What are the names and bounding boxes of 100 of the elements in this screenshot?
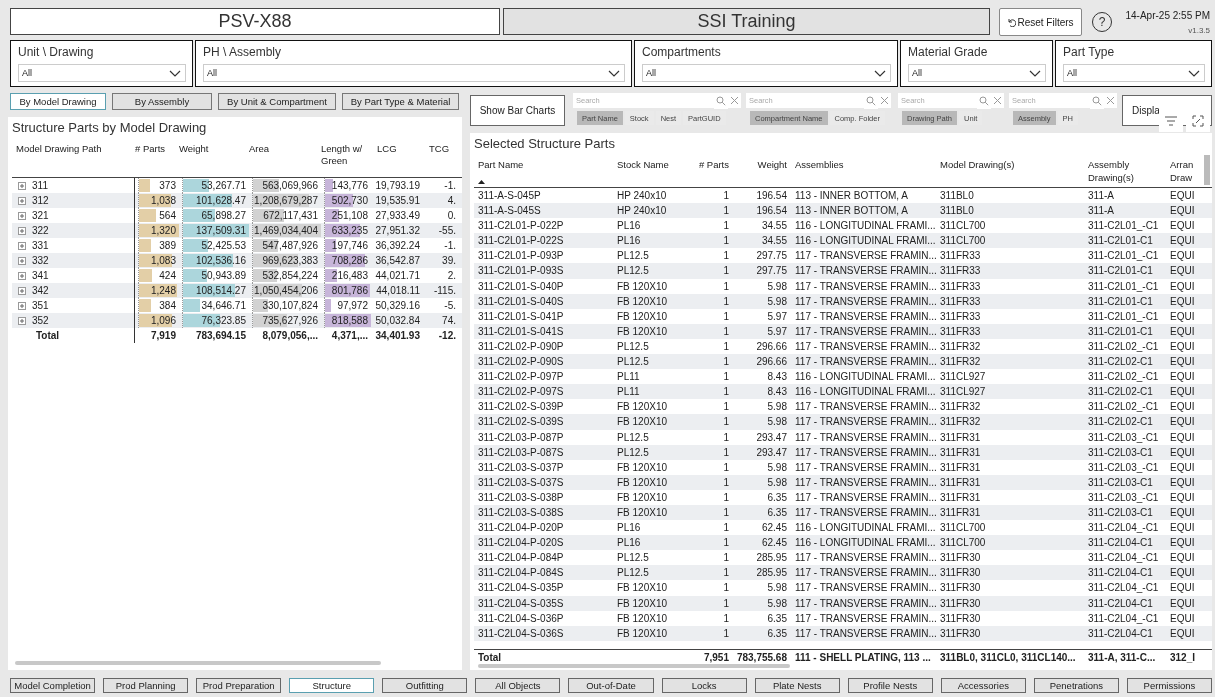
table-cell-text: 311-C2L04-S-036S [477, 626, 565, 641]
table-cell-text: 1 [722, 490, 730, 505]
scrollbar[interactable] [15, 661, 381, 665]
sort-ascending-icon[interactable] [478, 180, 485, 184]
table-cell-text: EQUI [1169, 400, 1196, 415]
table-cell-text: 311-C2L01-C1 [1087, 264, 1154, 279]
table-cell: 65,898.27 [201, 210, 246, 221]
page-tab[interactable]: Prod Preparation [196, 678, 282, 693]
table-cell: 39. [442, 255, 456, 266]
table-cell-text: 1 [722, 234, 730, 249]
view-button[interactable]: By Part Type & Material [342, 93, 459, 110]
table-cell: 389 [159, 240, 176, 251]
table-cell-text: 1 [722, 294, 730, 309]
table-cell-text: 311-C2L04-C1 [1087, 596, 1154, 611]
table-cell-text: 311FR30 [939, 551, 982, 566]
page-tab[interactable]: Prod Planning [103, 678, 189, 693]
table-cell: 633,235 [331, 225, 368, 236]
table-cell-text: 311-C2L04_-C1 [1087, 551, 1160, 566]
table-cell-text: EQUI [1169, 460, 1196, 475]
table-cell-text: 5.98 [766, 596, 788, 611]
table-cell-text: FB 120X10 [616, 294, 669, 309]
chevron-icon [169, 69, 181, 77]
table-cell-text: 311-C2L01_-C1 [1087, 219, 1160, 234]
table-cell-text: 311FR32 [939, 400, 982, 415]
table-cell-text: 311FR33 [939, 279, 982, 294]
table-cell-text: 1 [722, 475, 730, 490]
expand-icon[interactable] [18, 241, 26, 250]
table-cell: 137,509.31 [195, 225, 246, 236]
table-cell-text: FB 120X10 [616, 490, 669, 505]
table-cell: 373 [159, 180, 176, 191]
table-cell-text: PL12.5 [616, 339, 650, 354]
close-icon[interactable] [728, 93, 741, 108]
table-cell-text: 117 - TRANSVERSE FRAMIN... [794, 626, 936, 641]
dropdown[interactable]: All [18, 64, 186, 82]
table-cell-text: 311-C2L02_-C1 [1087, 339, 1160, 354]
table-cell-text: 311FR32 [939, 355, 982, 370]
page-tab[interactable]: All Objects [475, 678, 561, 693]
scrollbar[interactable] [1204, 155, 1210, 185]
table-cell: 969,623,383 [262, 255, 318, 266]
expand-icon[interactable] [18, 196, 26, 205]
expand-icon[interactable] [18, 181, 26, 190]
page-tab[interactable]: Structure [289, 678, 375, 693]
table-cell-text: PL16 [616, 234, 642, 249]
table-cell-text: 311-C2L02-C1 [1087, 385, 1154, 400]
table-cell: 783,694.15 [195, 330, 246, 341]
close-icon[interactable] [1104, 93, 1117, 108]
reset-button[interactable]: Reset Filters [999, 8, 1082, 36]
view-button[interactable]: By Model Drawing [10, 93, 106, 110]
table-cell-text: FB 120X10 [616, 279, 669, 294]
page-tab[interactable]: Penetrations [1033, 678, 1119, 693]
table-cell: 50,032.84 [375, 315, 420, 326]
view-button[interactable]: By Unit & Compartment [218, 93, 336, 110]
expand-icon[interactable] [18, 316, 26, 325]
page-tab[interactable]: Permissions [1126, 678, 1212, 693]
show-bar-charts-button[interactable]: Show Bar Charts [470, 95, 565, 126]
page-tab[interactable]: Accessories [940, 678, 1026, 693]
expand-icon[interactable] [18, 301, 26, 310]
page-tab[interactable]: Model Completion [10, 678, 96, 693]
expand-icon[interactable] [18, 286, 26, 295]
table-cell-text: 116 - LONGITUDINAL FRAMI... [794, 219, 936, 234]
table-cell-text: 311-C2L03-P-087P [477, 430, 565, 445]
filter-label: Unit \ Drawing [18, 45, 95, 59]
table-cell-text: 1 [722, 626, 730, 641]
page-tab[interactable]: Locks [661, 678, 747, 693]
table-cell-text: 34.55 [760, 219, 788, 234]
table-cell-text: 117 - TRANSVERSE FRAMIN... [794, 490, 936, 505]
dropdown[interactable]: All [1063, 64, 1205, 82]
page-tab[interactable]: Plate Nests [754, 678, 840, 693]
close-icon[interactable] [991, 93, 1004, 108]
table-cell-text: 117 - TRANSVERSE FRAMIN... [794, 445, 936, 460]
view-button[interactable]: By Assembly [112, 93, 212, 110]
page-tab[interactable]: Out-of-Date [568, 678, 654, 693]
table-cell-text: 311-C2L01-S-040P [477, 279, 565, 294]
page-tab[interactable]: Profile Nests [847, 678, 933, 693]
close-icon[interactable] [878, 93, 891, 108]
table-cell: 342 [32, 285, 49, 296]
table-cell-text: 311CL927 [939, 385, 987, 400]
table-cell: 53,267.71 [201, 180, 246, 191]
table-cell-text: 311FR32 [939, 339, 982, 354]
expand-icon[interactable] [18, 256, 26, 265]
table-cell-text: 117 - TRANSVERSE FRAMIN... [794, 324, 936, 339]
scrollbar[interactable] [478, 664, 790, 668]
dropdown[interactable]: All [908, 64, 1046, 82]
table-cell-text: 1 [722, 279, 730, 294]
table-cell-text: 311FR30 [939, 581, 982, 596]
table-cell-text: 196.54 [755, 204, 788, 219]
page-tab[interactable]: Outfitting [382, 678, 468, 693]
table-cell: 74. [442, 315, 456, 326]
table-cell-text: 62.45 [760, 521, 788, 536]
table-cell-text: 1 [722, 581, 730, 596]
table-cell: 50,329.16 [375, 300, 420, 311]
table-cell-text: 311-C2L03-C1 [1087, 505, 1154, 520]
expand-icon[interactable] [18, 211, 26, 220]
dropdown[interactable]: All [203, 64, 625, 82]
expand-icon[interactable] [18, 226, 26, 235]
table-cell-text: 117 - TRANSVERSE FRAMIN... [794, 566, 936, 581]
table-cell-text: 311FR30 [939, 626, 982, 641]
expand-icon[interactable] [18, 271, 26, 280]
dropdown[interactable]: All [642, 64, 891, 82]
table-cell-text: 297.75 [755, 249, 788, 264]
